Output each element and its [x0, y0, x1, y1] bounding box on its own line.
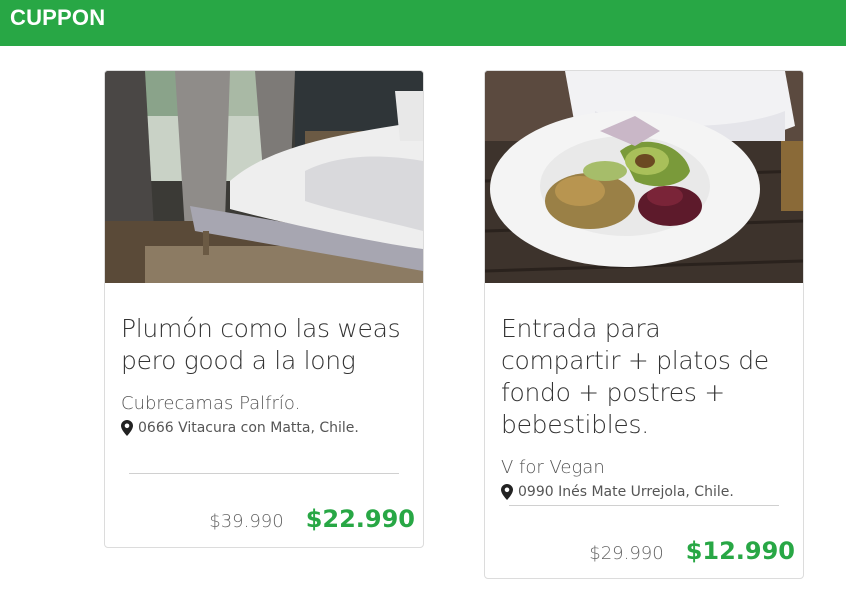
- discount-price: $22.990: [305, 505, 415, 533]
- price-block: $39.990 $22.990: [209, 505, 415, 533]
- card-body: Plumón como las weas pero good a la long…: [105, 283, 423, 436]
- brand-logo[interactable]: CUPPON: [10, 5, 105, 31]
- card-body: Entrada para compartir + platos de fondo…: [485, 283, 803, 500]
- price-block: $29.990 $12.990: [589, 537, 795, 565]
- deal-image[interactable]: [105, 71, 423, 283]
- merchant-address: 0666 Vitacura con Matta, Chile.: [121, 420, 407, 436]
- original-price: $39.990: [209, 511, 284, 532]
- merchant-address: 0990 Inés Mate Urrejola, Chile.: [501, 484, 787, 500]
- deal-card[interactable]: Plumón como las weas pero good a la long…: [104, 70, 424, 548]
- divider: [509, 505, 779, 506]
- merchant-name: V for Vegan: [501, 457, 605, 478]
- original-price: $29.990: [589, 543, 664, 564]
- map-marker-icon: [501, 484, 513, 500]
- address-text: 0990 Inés Mate Urrejola, Chile.: [518, 484, 734, 500]
- divider: [129, 473, 399, 474]
- navbar: CUPPON: [0, 0, 846, 46]
- merchant-name: Cubrecamas Palfrío.: [121, 393, 301, 414]
- deal-title[interactable]: Entrada para compartir + platos de fondo…: [501, 313, 787, 441]
- deal-card[interactable]: Entrada para compartir + platos de fondo…: [484, 70, 804, 579]
- deal-title[interactable]: Plumón como las weas pero good a la long: [121, 313, 407, 377]
- address-text: 0666 Vitacura con Matta, Chile.: [138, 420, 359, 436]
- map-marker-icon: [121, 420, 133, 436]
- discount-price: $12.990: [685, 537, 795, 565]
- deal-image[interactable]: [485, 71, 803, 283]
